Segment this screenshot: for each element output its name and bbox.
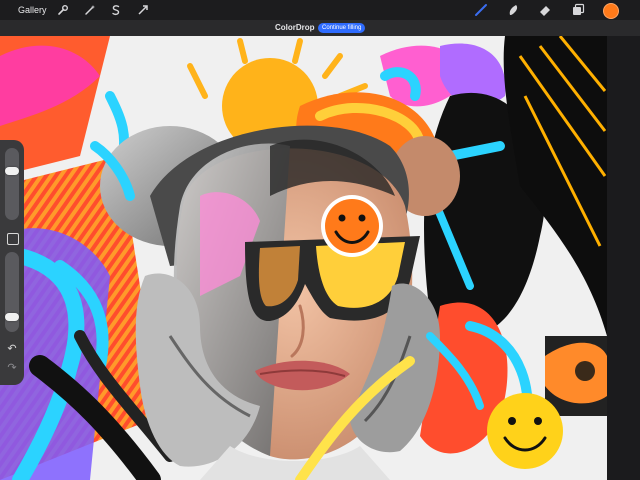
top-toolbar: Gallery (0, 0, 640, 20)
brush-size-knob[interactable] (5, 167, 19, 176)
artwork (0, 36, 607, 480)
canvas-gutter (607, 36, 640, 480)
layers-icon[interactable] (571, 3, 585, 17)
gallery-button[interactable]: Gallery (18, 0, 47, 20)
magic-wand-icon[interactable] (83, 3, 97, 17)
smudge-icon[interactable] (506, 3, 520, 17)
color-picker-button[interactable] (603, 3, 619, 19)
undo-icon[interactable]: ↶ (6, 343, 18, 355)
document-title: ColorDrop (275, 23, 315, 32)
continue-filling-button[interactable]: Continue filling (318, 23, 366, 33)
transform-arrow-icon[interactable] (136, 3, 150, 17)
redo-icon[interactable]: ↷ (6, 362, 18, 374)
opacity-knob[interactable] (5, 313, 19, 322)
wrench-icon[interactable] (56, 3, 70, 17)
eraser-icon[interactable] (538, 3, 552, 17)
opacity-slider[interactable] (5, 252, 19, 332)
drawing-canvas[interactable] (0, 36, 607, 480)
modify-button[interactable] (7, 233, 19, 245)
brush-icon[interactable] (474, 3, 488, 17)
left-sidebar: ↶ ↷ (0, 140, 24, 385)
brush-size-slider[interactable] (5, 148, 19, 220)
selection-icon[interactable] (109, 3, 123, 17)
